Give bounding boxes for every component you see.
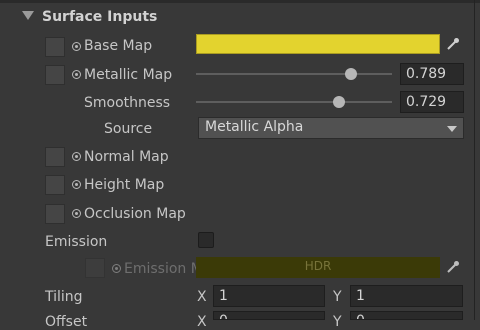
tiling-x-label: X — [197, 289, 207, 305]
metallic-slider-track[interactable] — [196, 73, 392, 75]
base-map-color-field[interactable] — [196, 34, 440, 54]
occlusion-map-label: Occlusion Map — [84, 206, 186, 222]
offset-y-label: Y — [333, 314, 342, 330]
metallic-map-texture-slot[interactable] — [45, 65, 65, 85]
normal-map-label: Normal Map — [84, 149, 169, 165]
height-map-texture-slot[interactable] — [45, 175, 65, 195]
tiling-y-label: Y — [333, 289, 342, 305]
target-icon[interactable] — [72, 42, 81, 51]
eyedropper-icon[interactable] — [444, 257, 462, 277]
offset-label: Offset — [45, 314, 88, 330]
tiling-y-field[interactable]: 1 — [350, 285, 463, 307]
base-map-texture-slot[interactable] — [45, 37, 65, 57]
smoothness-value-field[interactable]: 0.729 — [400, 91, 464, 113]
offset-x-label: X — [197, 314, 207, 330]
offset-x-field[interactable]: 0 — [213, 311, 325, 320]
source-dropdown[interactable]: Metallic Alpha — [198, 117, 464, 139]
metallic-slider-handle[interactable] — [345, 68, 357, 80]
normal-map-texture-slot[interactable] — [45, 147, 65, 167]
smoothness-slider-track[interactable] — [196, 101, 392, 103]
top-divider — [0, 0, 480, 3]
section-title: Surface Inputs — [42, 9, 158, 25]
emission-color-field[interactable]: HDR — [196, 257, 440, 278]
source-selected-value: Metallic Alpha — [205, 119, 304, 135]
target-icon[interactable] — [72, 70, 81, 79]
emission-map-texture-slot[interactable] — [85, 258, 105, 278]
foldout-triangle-icon[interactable] — [22, 11, 34, 20]
eyedropper-icon[interactable] — [444, 34, 462, 54]
emission-checkbox[interactable] — [198, 232, 214, 248]
metallic-value-field[interactable]: 0.789 — [400, 63, 464, 85]
smoothness-slider-handle[interactable] — [333, 96, 345, 108]
occlusion-map-texture-slot[interactable] — [45, 204, 65, 224]
target-icon[interactable] — [72, 209, 81, 218]
smoothness-label: Smoothness — [84, 95, 171, 111]
source-label: Source — [104, 121, 153, 137]
emission-map-label: Emission M — [124, 261, 196, 277]
chevron-down-icon — [447, 126, 457, 132]
surface-inputs-foldout[interactable]: Surface Inputs — [0, 8, 470, 30]
target-icon[interactable] — [112, 264, 121, 273]
target-icon[interactable] — [72, 152, 81, 161]
metallic-map-label: Metallic Map — [84, 67, 173, 83]
right-divider — [474, 0, 475, 320]
hdr-label: HDR — [304, 259, 332, 273]
emission-label: Emission — [45, 234, 108, 250]
target-icon[interactable] — [72, 180, 81, 189]
tiling-label: Tiling — [45, 289, 83, 305]
height-map-label: Height Map — [84, 177, 165, 193]
tiling-x-field[interactable]: 1 — [213, 285, 325, 307]
base-map-label: Base Map — [84, 38, 153, 54]
offset-y-field[interactable]: 0 — [350, 311, 463, 320]
